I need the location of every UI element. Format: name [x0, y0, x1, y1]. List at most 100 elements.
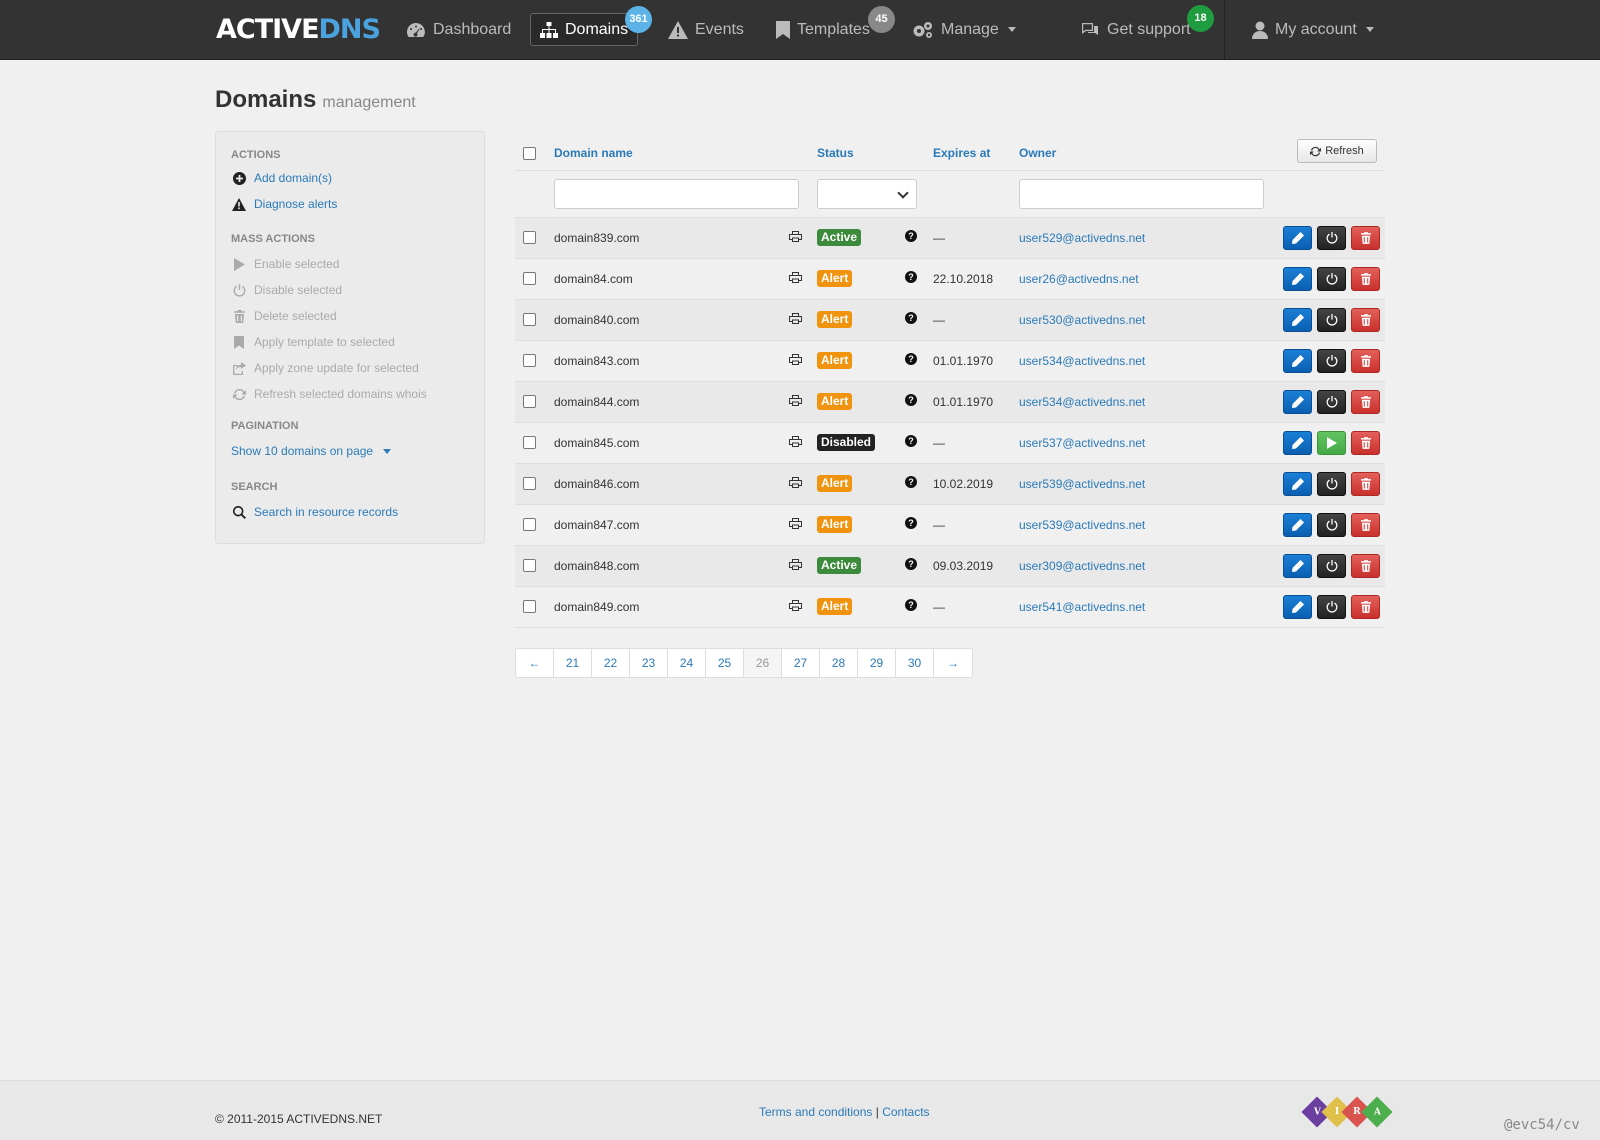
refresh-whois-link[interactable]: Refresh selected domains whois [232, 387, 427, 401]
delete-domain-button[interactable] [1351, 226, 1380, 250]
domain-name[interactable]: domain840.com [554, 313, 639, 327]
domain-filter-input[interactable] [554, 179, 799, 209]
activedns-logo[interactable]: ACTIVEDNS [216, 14, 381, 45]
apply-zone-update-link[interactable]: Apply zone update for selected [232, 361, 419, 375]
row-checkbox[interactable] [523, 559, 536, 572]
owner-link[interactable]: user537@activedns.net [1019, 436, 1145, 450]
col-status[interactable]: Status [817, 146, 854, 160]
print-icon[interactable] [789, 231, 802, 245]
delete-domain-button[interactable] [1351, 595, 1380, 619]
row-checkbox[interactable] [523, 231, 536, 244]
select-all-checkbox[interactable] [523, 147, 536, 160]
question-icon[interactable]: ? [905, 517, 917, 529]
print-icon[interactable] [789, 477, 802, 491]
delete-domain-button[interactable] [1351, 431, 1380, 455]
nav-my-account[interactable]: My account [1252, 13, 1374, 46]
delete-selected-link[interactable]: Delete selected [232, 309, 337, 323]
owner-link[interactable]: user534@activedns.net [1019, 395, 1145, 409]
vira-logo[interactable]: V I R A [1301, 1096, 1393, 1128]
terms-link[interactable]: Terms and conditions [759, 1105, 872, 1119]
pagination-page[interactable]: 25 [706, 649, 744, 677]
print-icon[interactable] [789, 395, 802, 409]
col-domain-name[interactable]: Domain name [554, 146, 633, 160]
nav-get-support[interactable]: Get support [1080, 13, 1191, 46]
page-size-dropdown[interactable]: Show 10 domains on page [231, 444, 392, 458]
disable-domain-button[interactable] [1317, 595, 1346, 619]
row-checkbox[interactable] [523, 313, 536, 326]
col-owner[interactable]: Owner [1019, 146, 1056, 160]
owner-link[interactable]: user539@activedns.net [1019, 477, 1145, 491]
domain-name[interactable]: domain848.com [554, 559, 639, 573]
pagination-page[interactable]: 22 [592, 649, 630, 677]
disable-domain-button[interactable] [1317, 267, 1346, 291]
edit-domain-button[interactable] [1283, 308, 1312, 332]
delete-domain-button[interactable] [1351, 554, 1380, 578]
enable-selected-link[interactable]: Enable selected [232, 257, 339, 271]
edit-domain-button[interactable] [1283, 431, 1312, 455]
disable-domain-button[interactable] [1317, 308, 1346, 332]
pagination-page[interactable]: 21 [554, 649, 592, 677]
print-icon[interactable] [789, 313, 802, 327]
question-icon[interactable]: ? [905, 312, 917, 324]
search-resource-records-link[interactable]: Search in resource records [232, 505, 398, 519]
question-icon[interactable]: ? [905, 394, 917, 406]
owner-link[interactable]: user529@activedns.net [1019, 231, 1145, 245]
question-icon[interactable]: ? [905, 271, 917, 283]
print-icon[interactable] [789, 354, 802, 368]
edit-domain-button[interactable] [1283, 554, 1312, 578]
row-checkbox[interactable] [523, 477, 536, 490]
print-icon[interactable] [789, 600, 802, 614]
owner-link[interactable]: user530@activedns.net [1019, 313, 1145, 327]
question-icon[interactable]: ? [905, 353, 917, 365]
owner-link[interactable]: user534@activedns.net [1019, 354, 1145, 368]
enable-domain-button[interactable] [1317, 431, 1346, 455]
question-icon[interactable]: ? [905, 476, 917, 488]
delete-domain-button[interactable] [1351, 308, 1380, 332]
disable-domain-button[interactable] [1317, 513, 1346, 537]
row-checkbox[interactable] [523, 395, 536, 408]
domain-name[interactable]: domain844.com [554, 395, 639, 409]
edit-domain-button[interactable] [1283, 349, 1312, 373]
edit-domain-button[interactable] [1283, 390, 1312, 414]
disable-domain-button[interactable] [1317, 554, 1346, 578]
pagination-page[interactable]: 26 [744, 649, 782, 677]
domain-name[interactable]: domain849.com [554, 600, 639, 614]
pagination-page[interactable]: 30 [896, 649, 934, 677]
status-filter-select[interactable] [817, 179, 917, 209]
owner-filter-input[interactable] [1019, 179, 1264, 209]
nav-manage[interactable]: Manage [912, 13, 1016, 46]
edit-domain-button[interactable] [1283, 472, 1312, 496]
question-icon[interactable]: ? [905, 435, 917, 447]
domain-name[interactable]: domain846.com [554, 477, 639, 491]
nav-domains[interactable]: Domains [530, 13, 639, 46]
domain-name[interactable]: domain84.com [554, 272, 633, 286]
pagination-page[interactable]: 28 [820, 649, 858, 677]
owner-link[interactable]: user309@activedns.net [1019, 559, 1145, 573]
disable-selected-link[interactable]: Disable selected [232, 283, 342, 297]
edit-domain-button[interactable] [1283, 226, 1312, 250]
refresh-button[interactable]: Refresh [1297, 139, 1377, 163]
pagination-page[interactable]: 24 [668, 649, 706, 677]
disable-domain-button[interactable] [1317, 349, 1346, 373]
apply-template-link[interactable]: Apply template to selected [232, 335, 395, 349]
diagnose-alerts-link[interactable]: Diagnose alerts [232, 197, 337, 211]
edit-domain-button[interactable] [1283, 267, 1312, 291]
question-icon[interactable]: ? [905, 558, 917, 570]
edit-domain-button[interactable] [1283, 513, 1312, 537]
pagination-next[interactable]: → [934, 649, 972, 677]
domain-name[interactable]: domain839.com [554, 231, 639, 245]
domain-name[interactable]: domain843.com [554, 354, 639, 368]
print-icon[interactable] [789, 559, 802, 573]
row-checkbox[interactable] [523, 436, 536, 449]
delete-domain-button[interactable] [1351, 390, 1380, 414]
domain-name[interactable]: domain847.com [554, 518, 639, 532]
add-domains-link[interactable]: Add domain(s) [232, 171, 332, 185]
disable-domain-button[interactable] [1317, 226, 1346, 250]
delete-domain-button[interactable] [1351, 513, 1380, 537]
disable-domain-button[interactable] [1317, 472, 1346, 496]
print-icon[interactable] [789, 436, 802, 450]
nav-dashboard[interactable]: Dashboard [406, 13, 511, 46]
print-icon[interactable] [789, 518, 802, 532]
delete-domain-button[interactable] [1351, 267, 1380, 291]
owner-link[interactable]: user541@activedns.net [1019, 600, 1145, 614]
